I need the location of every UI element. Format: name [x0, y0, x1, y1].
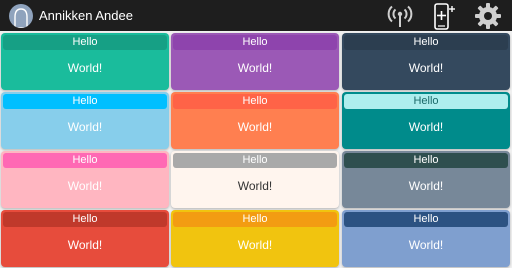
tile-header: Hello: [173, 94, 337, 109]
avatar-figure-icon: [14, 8, 28, 28]
tile-body: World!: [408, 179, 444, 193]
add-device-icon[interactable]: [431, 3, 457, 30]
tile-body: World!: [237, 238, 273, 252]
tile-1[interactable]: Hello World!: [1, 33, 169, 90]
tile-4[interactable]: Hello World!: [1, 92, 169, 149]
avatar[interactable]: [9, 4, 33, 28]
user-name: Annikken Andee: [39, 8, 133, 23]
tile-header: Hello: [173, 35, 337, 50]
tile-body: World!: [237, 179, 273, 193]
tile-body: World!: [408, 120, 444, 134]
tile-header: Hello: [344, 212, 508, 227]
tile-11[interactable]: Hello World!: [171, 210, 339, 267]
tile-3[interactable]: Hello World!: [342, 33, 510, 90]
tile-header: Hello: [344, 153, 508, 168]
tile-5[interactable]: Hello World!: [171, 92, 339, 149]
top-bar: Annikken Andee: [0, 0, 512, 31]
tile-header: Hello: [3, 35, 167, 50]
tile-12[interactable]: Hello World!: [342, 210, 510, 267]
tile-2[interactable]: Hello World!: [171, 33, 339, 90]
tile-header: Hello: [173, 153, 337, 168]
tile-body: World!: [67, 61, 103, 75]
tile-body: World!: [67, 120, 103, 134]
tile-7[interactable]: Hello World!: [1, 151, 169, 208]
wireless-signal-icon[interactable]: [386, 3, 414, 29]
tile-9[interactable]: Hello World!: [342, 151, 510, 208]
tile-grid: Hello World! Hello World! Hello World! H…: [0, 31, 512, 268]
tile-body: World!: [67, 238, 103, 252]
tile-body: World!: [408, 61, 444, 75]
tile-header: Hello: [344, 94, 508, 109]
tile-body: World!: [408, 238, 444, 252]
tile-body: World!: [67, 179, 103, 193]
tile-header: Hello: [3, 212, 167, 227]
tile-8[interactable]: Hello World!: [171, 151, 339, 208]
settings-gear-icon[interactable]: [474, 2, 502, 30]
tile-body: World!: [237, 120, 273, 134]
tile-body: World!: [237, 61, 273, 75]
tile-10[interactable]: Hello World!: [1, 210, 169, 267]
tile-header: Hello: [3, 153, 167, 168]
tile-header: Hello: [3, 94, 167, 109]
tile-header: Hello: [344, 35, 508, 50]
tile-6[interactable]: Hello World!: [342, 92, 510, 149]
tile-header: Hello: [173, 212, 337, 227]
